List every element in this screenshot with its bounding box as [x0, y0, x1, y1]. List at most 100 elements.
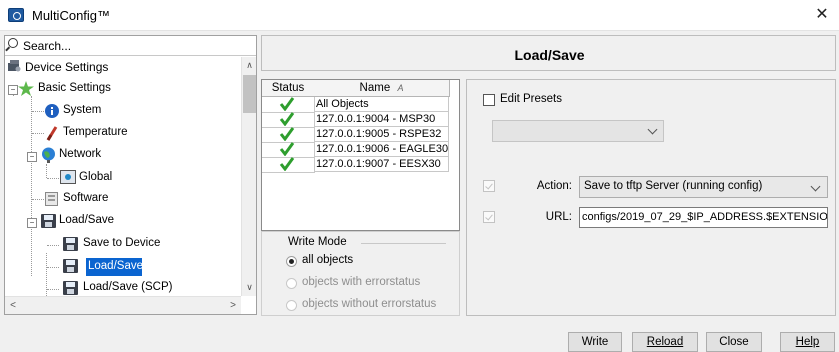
settings-form: Edit Presets Action: Save to tftp Server… — [466, 79, 836, 316]
navigation-tree: Search... Device Settings − Basic Settin… — [4, 35, 257, 315]
tree-item-temperature[interactable]: Temperature — [63, 126, 128, 138]
write-button[interactable]: Write — [568, 332, 622, 352]
write-mode-group: Write Mode all objects objects with erro… — [261, 231, 460, 316]
url-input[interactable]: configs/2019_07_29_$IP_ADDRESS.$EXTENSIO… — [579, 207, 828, 228]
radio-objects-without-errorstatus[interactable] — [286, 300, 297, 311]
collapse-icon[interactable]: − — [27, 152, 37, 162]
floppy-disk-icon — [63, 281, 78, 295]
status-cell — [262, 97, 315, 113]
tree-item-load-save-selected[interactable]: Load/Save — [86, 258, 143, 276]
edit-presets-label: Edit Presets — [500, 93, 562, 105]
edit-presets-checkbox[interactable] — [483, 94, 495, 106]
reload-button[interactable]: Reload — [632, 332, 698, 352]
name-cell: 127.0.0.1:9005 - RSPE32 — [314, 127, 449, 142]
radio-label: objects without errorstatus — [302, 298, 437, 310]
tree-root-device-settings[interactable]: Device Settings — [5, 57, 241, 76]
tree-item-network[interactable]: Network — [59, 148, 101, 160]
preset-dropdown[interactable] — [492, 120, 664, 142]
status-cell — [262, 127, 315, 143]
scroll-right-icon[interactable]: > — [225, 297, 241, 314]
tree-guide — [47, 245, 59, 246]
column-header-name[interactable]: Name A — [314, 80, 450, 97]
collapse-icon[interactable]: − — [8, 85, 18, 95]
check-icon — [279, 157, 295, 171]
software-icon — [45, 192, 58, 206]
table-row[interactable]: 127.0.0.1:9004 - MSP30 — [262, 112, 449, 128]
tree-item-label: Load/Save — [88, 260, 143, 272]
page-title: Load/Save — [514, 47, 585, 63]
info-icon — [45, 104, 59, 118]
sort-ascending-icon: A — [397, 83, 404, 93]
scroll-thumb[interactable] — [243, 75, 256, 113]
divider — [361, 243, 446, 244]
tree-root-label: Device Settings — [25, 60, 109, 74]
thermometer-icon — [46, 126, 58, 141]
collapse-icon[interactable]: − — [27, 218, 37, 228]
check-icon — [279, 142, 295, 156]
tree-guide — [32, 199, 44, 200]
tree-item-load-save[interactable]: Load/Save — [59, 214, 114, 226]
status-cell — [262, 112, 315, 128]
scroll-left-icon[interactable]: < — [5, 297, 21, 314]
table-row[interactable]: 127.0.0.1:9005 - RSPE32 — [262, 127, 449, 143]
write-mode-legend: Write Mode — [288, 236, 347, 248]
close-icon[interactable]: ✕ — [808, 4, 836, 26]
close-button[interactable]: Close — [706, 332, 762, 352]
tree-item-basic-settings[interactable]: Basic Settings — [38, 82, 111, 94]
device-settings-icon — [8, 60, 21, 72]
table-row[interactable]: 127.0.0.1:9007 - EESX30 — [262, 157, 449, 173]
app-icon — [8, 8, 24, 22]
check-icon — [279, 112, 295, 126]
floppy-disk-icon — [63, 237, 78, 251]
search-input[interactable]: Search... — [23, 39, 71, 53]
table-row[interactable]: All Objects — [262, 97, 449, 113]
tree-item-load-save-scp[interactable]: Load/Save (SCP) — [83, 281, 173, 293]
name-cell: 127.0.0.1:9006 - EAGLE30 — [314, 142, 449, 157]
tree-guide — [47, 289, 59, 290]
scroll-up-icon[interactable]: ∧ — [242, 57, 256, 73]
status-cell — [262, 142, 315, 158]
tree-item-software[interactable]: Software — [63, 192, 108, 204]
tree-guide — [46, 253, 47, 298]
action-dropdown[interactable]: Save to tftp Server (running config) — [579, 176, 828, 198]
tree-guide — [32, 133, 44, 134]
tree-guide — [47, 267, 59, 268]
radio-objects-with-errorstatus[interactable] — [286, 278, 297, 289]
tree-item-system[interactable]: System — [63, 104, 101, 116]
search-icon — [8, 38, 18, 48]
vertical-scrollbar[interactable]: ∧ ∨ — [241, 57, 256, 296]
column-name-label: Name — [359, 82, 391, 94]
radio-label: objects with errorstatus — [302, 276, 421, 288]
name-cell: All Objects — [314, 97, 449, 112]
action-label: Action: — [536, 180, 572, 192]
table-row[interactable]: 127.0.0.1:9006 - EAGLE30 — [262, 142, 449, 158]
scroll-down-icon[interactable]: ∨ — [242, 279, 256, 295]
floppy-disk-icon — [41, 214, 56, 228]
name-cell: 127.0.0.1:9004 - MSP30 — [314, 112, 449, 127]
content-header: Load/Save — [261, 35, 836, 71]
check-icon — [279, 127, 295, 141]
column-header-status[interactable]: Status — [262, 80, 315, 97]
window-title: MultiConfig™ — [32, 8, 111, 23]
url-label: URL: — [545, 211, 572, 223]
horizontal-scrollbar[interactable]: < > — [5, 296, 241, 314]
action-value: Save to tftp Server (running config) — [584, 180, 763, 192]
search-field[interactable]: Search... — [5, 36, 256, 56]
name-cell: 127.0.0.1:9007 - EESX30 — [314, 157, 449, 172]
action-enable-checkbox[interactable] — [483, 180, 495, 192]
floppy-disk-icon — [63, 259, 78, 273]
chevron-down-icon — [810, 181, 821, 192]
help-button[interactable]: Help — [780, 332, 835, 352]
tree-item-save-to-device[interactable]: Save to Device — [83, 237, 160, 249]
star-icon — [18, 81, 34, 96]
radio-all-objects[interactable] — [286, 256, 297, 267]
tree-guide — [31, 96, 32, 276]
url-enable-checkbox[interactable] — [483, 211, 495, 223]
check-icon — [279, 97, 295, 111]
chevron-down-icon — [647, 124, 658, 135]
device-table: Status Name A All Objects 127.0.0.1:9004… — [261, 79, 460, 231]
tree-guide — [47, 178, 59, 179]
title-bar: MultiConfig™ ✕ — [0, 0, 839, 31]
tree-item-global[interactable]: Global — [79, 171, 112, 183]
network-card-icon — [60, 170, 76, 184]
